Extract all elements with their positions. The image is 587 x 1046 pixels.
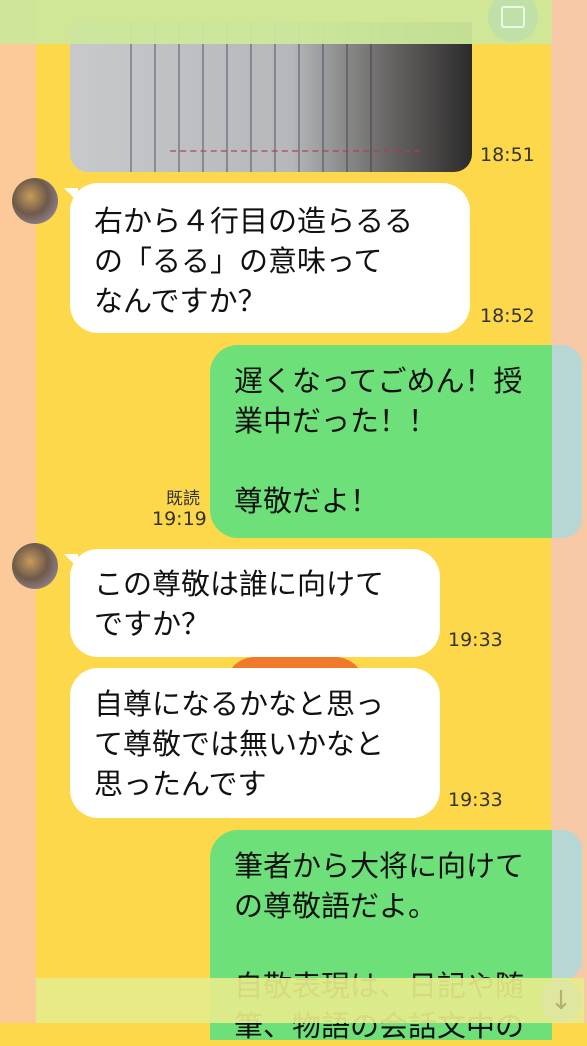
message-text: 自尊になるかなと思っ て尊敬では無いかなと 思ったんです	[94, 687, 385, 801]
received-message-bubble[interactable]: 自尊になるかなと思っ て尊敬では無いかなと 思ったんです	[70, 668, 440, 818]
message-text: 遅くなってごめん！授 業中だった！！ 尊敬だよ！	[234, 364, 523, 518]
sent-message-bubble[interactable]: 遅くなってごめん！授 業中だった！！ 尊敬だよ！	[210, 345, 552, 538]
bottom-bar	[36, 978, 584, 1023]
message-time: 19:19	[152, 508, 207, 530]
avatar[interactable]	[12, 178, 58, 224]
photo-ink-marks	[170, 150, 420, 166]
bubble-edge-overlay	[552, 830, 582, 980]
message-time: 18:51	[480, 144, 535, 166]
photo-message[interactable]	[70, 22, 472, 172]
message-time: 19:33	[448, 789, 503, 811]
received-message-bubble[interactable]: この尊敬は誰に向けて ですか？	[70, 549, 440, 657]
avatar[interactable]	[12, 543, 58, 589]
left-edge-overlay	[0, 0, 36, 1023]
message-time: 19:33	[448, 629, 503, 651]
bubble-edge-overlay	[552, 345, 582, 538]
message-text: この尊敬は誰に向けて ですか？	[94, 567, 385, 641]
message-text: 右から４行目の造らるる の「るる」の意味って なんですか？	[94, 204, 414, 318]
top-bar	[0, 0, 552, 44]
received-message-bubble[interactable]: 右から４行目の造らるる の「るる」の意味って なんですか？	[70, 183, 470, 333]
message-time: 18:52	[480, 305, 535, 327]
read-status: 既読	[166, 489, 200, 509]
arrow-down-icon[interactable]: ↓	[540, 980, 582, 1022]
